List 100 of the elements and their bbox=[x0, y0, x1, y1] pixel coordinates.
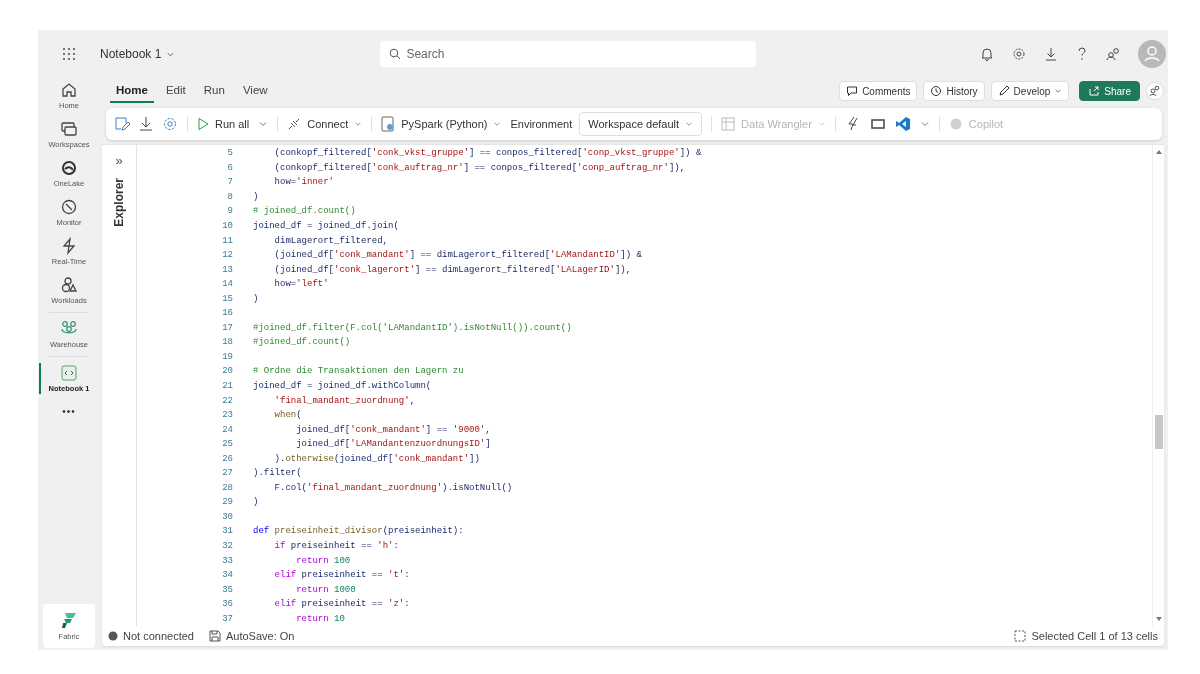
code-line: 'final_mandant_zuordnung', bbox=[273, 395, 416, 406]
line-number: 17 bbox=[221, 322, 233, 333]
explorer-tab[interactable]: Explorer bbox=[112, 178, 126, 227]
code-line: return 1000 bbox=[295, 584, 356, 595]
download-icon[interactable] bbox=[1044, 47, 1058, 61]
save-icon bbox=[208, 630, 221, 642]
line-number: 19 bbox=[221, 351, 233, 362]
line-number: 33 bbox=[221, 555, 233, 566]
code-line: return 100 bbox=[295, 555, 351, 566]
connect-button[interactable]: Connect bbox=[287, 117, 363, 131]
line-number: 31 bbox=[221, 526, 233, 537]
help-icon[interactable] bbox=[1076, 47, 1088, 61]
scroll-thumb[interactable] bbox=[1154, 415, 1163, 449]
app-grid-icon[interactable] bbox=[62, 47, 76, 61]
autosave-status: AutoSave: On bbox=[225, 630, 295, 642]
line-number: 6 bbox=[226, 162, 233, 173]
code-line: joined_df = joined_df.withColumn( bbox=[253, 381, 432, 391]
comments-button[interactable]: Comments bbox=[839, 81, 918, 101]
more-button[interactable]: ••• bbox=[62, 400, 76, 423]
code-line: how='left' bbox=[273, 279, 329, 290]
line-number: 27 bbox=[221, 468, 233, 479]
pencil-icon bbox=[997, 85, 1010, 97]
code-line: dimLagerort_filtered, bbox=[273, 235, 389, 246]
code-line: (conkopf_filtered['conk_vkst_gruppe'] == conpos_filtered['conp_vkst_gruppe']) & bbox=[273, 148, 702, 159]
code-line: how='inner' bbox=[273, 177, 335, 188]
share-button[interactable]: Share bbox=[1079, 81, 1140, 101]
code-line: # Ordne die Transaktionen den Lagern zu bbox=[253, 366, 464, 377]
line-number: 30 bbox=[221, 511, 233, 522]
caret-icon bbox=[354, 120, 363, 128]
line-number: 25 bbox=[221, 439, 233, 450]
environment-dropdown[interactable]: Workspace default bbox=[579, 112, 703, 136]
code-line: when( bbox=[273, 410, 302, 421]
caret-icon bbox=[817, 120, 826, 128]
code-line: return 10 bbox=[295, 613, 345, 624]
table-icon bbox=[721, 117, 736, 131]
code-line: ).otherwise(joined_df['conk_mandant']) bbox=[273, 453, 480, 464]
line-number: 32 bbox=[221, 541, 233, 552]
code-editor-icon[interactable] bbox=[894, 116, 911, 132]
environment-label: Environment bbox=[510, 118, 573, 130]
line-number: 23 bbox=[221, 410, 233, 421]
line-number: 13 bbox=[221, 264, 233, 275]
play-icon bbox=[197, 117, 209, 131]
scroll-down-icon[interactable] bbox=[1154, 616, 1163, 622]
expand-button[interactable]: » bbox=[115, 153, 123, 168]
laptop-icon bbox=[60, 120, 78, 138]
code-line: #joined_df.filter(F.col('LAMandantID').isNotNull()).count() bbox=[253, 322, 572, 333]
notebook-title-button[interactable]: Notebook 1 bbox=[100, 47, 176, 61]
line-number: 20 bbox=[221, 366, 233, 377]
code-line: ) bbox=[253, 293, 259, 304]
line-number: 24 bbox=[221, 424, 233, 435]
caret-icon bbox=[493, 120, 502, 128]
caret-icon bbox=[685, 120, 694, 128]
code-line: (conkopf_filtered['conk_auftrag_nr'] == conpos_filtered['conp_auftrag_nr']), bbox=[273, 162, 686, 173]
line-number: 29 bbox=[221, 497, 233, 508]
language-button[interactable]: PySpark (Python) bbox=[381, 116, 502, 132]
ribbon-tab[interactable]: Edit bbox=[159, 79, 192, 103]
code-line: def preiseinheit_divisor(preiseinheit): bbox=[253, 526, 464, 537]
line-number: 22 bbox=[221, 395, 233, 406]
develop-button[interactable]: Develop bbox=[990, 81, 1070, 101]
document-icon bbox=[381, 116, 396, 132]
code-line: F.col('final_mandant_zuordnung').isNotNull() bbox=[273, 482, 513, 493]
code-line: ) bbox=[253, 497, 259, 508]
code-line: (joined_df['conk_lagerort'] == dimLagerort_filtered['LALagerID']), bbox=[273, 264, 632, 275]
scroll-up-icon[interactable] bbox=[1154, 149, 1163, 155]
code-line: joined_df = joined_df.join( bbox=[253, 221, 399, 231]
line-number: 36 bbox=[221, 599, 233, 610]
ribbon-tab[interactable]: View bbox=[236, 79, 274, 103]
notifications-icon[interactable] bbox=[980, 47, 994, 61]
code-line: ).filter( bbox=[253, 468, 302, 479]
share-icon bbox=[1088, 85, 1101, 97]
people-icon[interactable] bbox=[1146, 82, 1164, 100]
caret-icon bbox=[1054, 87, 1063, 95]
speech-bubble-icon bbox=[846, 85, 859, 97]
line-number: 9 bbox=[226, 206, 233, 217]
settings-icon[interactable] bbox=[1012, 47, 1026, 61]
ribbon-tab[interactable]: Run bbox=[197, 79, 231, 103]
scrollbar[interactable] bbox=[1152, 145, 1164, 626]
line-number: 8 bbox=[226, 191, 233, 202]
edit-icon[interactable] bbox=[114, 116, 130, 132]
frame-icon[interactable] bbox=[869, 117, 886, 131]
search-field[interactable]: Search bbox=[380, 41, 757, 67]
line-number: 10 bbox=[221, 221, 233, 231]
logo-icon bbox=[61, 611, 77, 629]
selection-icon bbox=[1014, 630, 1027, 642]
code-line: (joined_df['conk_mandant'] == dimLagerort_filtered['LAMandantID']) & bbox=[273, 250, 642, 261]
line-number: 28 bbox=[221, 482, 233, 493]
line-number: 12 bbox=[221, 250, 233, 261]
code-line: if preiseinheit == 'h': bbox=[273, 541, 399, 552]
line-number: 7 bbox=[226, 177, 233, 188]
history-button[interactable]: History bbox=[923, 81, 985, 101]
code-line: # joined_df.count() bbox=[253, 206, 356, 217]
people-icon[interactable] bbox=[1106, 47, 1120, 61]
run-all-button[interactable]: Run all bbox=[197, 117, 250, 131]
ribbon-tab[interactable]: Home bbox=[110, 79, 154, 103]
settings-icon[interactable] bbox=[162, 116, 178, 132]
line-number: 21 bbox=[221, 381, 233, 391]
code-line: elif preiseinheit == 'z': bbox=[273, 599, 410, 610]
download-icon[interactable] bbox=[139, 116, 153, 132]
line-number: 26 bbox=[221, 453, 233, 464]
line-number: 11 bbox=[221, 235, 233, 246]
